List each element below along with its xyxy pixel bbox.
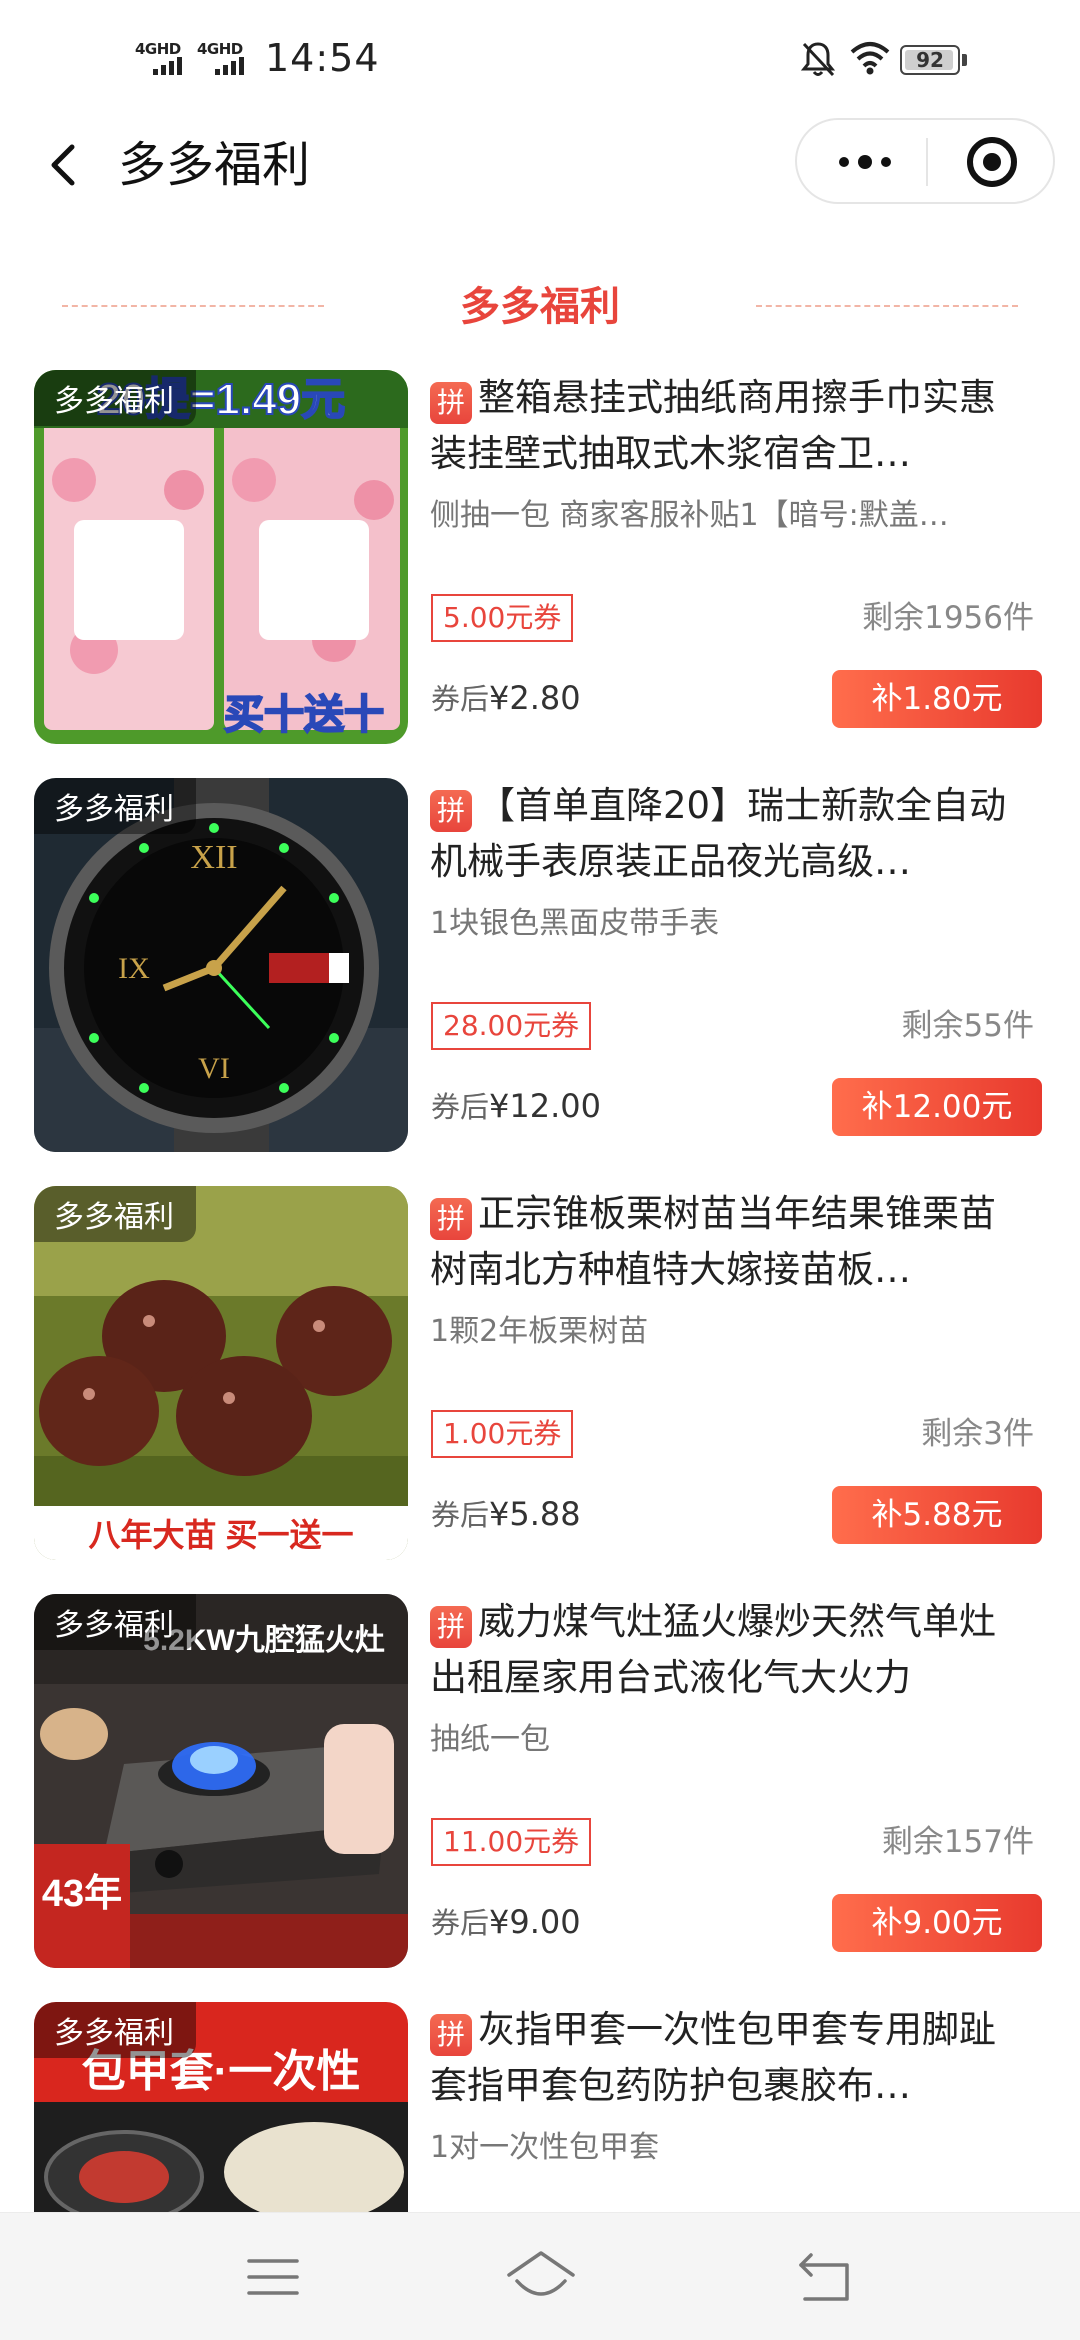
section-header: 多多福利: [0, 270, 1080, 340]
status-time: 14:54: [265, 36, 380, 80]
product-title[interactable]: 威力煤气灶猛火爆炒天然气单灶出租屋家用台式液化气大火力: [430, 1594, 1030, 1706]
mute-bell-icon: [800, 42, 836, 77]
product-card[interactable]: 5.2KW九腔猛火灶 43年 多多福利 拼 威力煤气灶猛火爆炒天然气单灶出租屋家…: [0, 1594, 1080, 2002]
network-signal-2: 4GHD: [197, 41, 249, 75]
product-image[interactable]: 包甲套·一次性 多多福利: [34, 2002, 408, 2212]
status-right: 92: [800, 40, 1080, 80]
network-signal-1: 4GHD: [135, 41, 187, 75]
image-watermark: 多多福利: [34, 370, 196, 426]
after-coupon-label: 券后: [431, 682, 490, 716]
image-promo-text: 买十送十: [224, 693, 384, 737]
product-subtitle: 侧抽一包 商家客服补贴1【暗号:默盖…: [430, 498, 949, 533]
product-title[interactable]: 正宗锥板栗树苗当年结果锥栗苗树南北方种植特大嫁接苗板…: [430, 1186, 1030, 1298]
price-value: ¥9.00: [489, 1903, 581, 1941]
image-watermark: 多多福利: [34, 1186, 196, 1242]
product-subtitle: 1对一次性包甲套: [430, 2130, 660, 2165]
remaining-stock: 剩余55件: [901, 1008, 1034, 1044]
home-icon[interactable]: [505, 2247, 577, 2307]
after-coupon-label: 券后: [431, 1090, 490, 1124]
section-title: 多多福利: [460, 284, 620, 330]
image-badge-text: 43年: [42, 1873, 122, 1915]
product-image[interactable]: XII IX VI 多多福利: [34, 778, 408, 1152]
product-title[interactable]: 整箱悬挂式抽纸商用擦手巾实惠装挂壁式抽取式木浆宿舍卫…: [430, 370, 1030, 482]
menu-icon[interactable]: [243, 2247, 303, 2307]
svg-text:IX: IX: [118, 952, 150, 985]
mini-program-capsule: [795, 118, 1055, 204]
remaining-stock: 剩余157件: [881, 1824, 1034, 1860]
price-value: ¥12.00: [489, 1087, 601, 1125]
product-title[interactable]: 【首单直降20】瑞士新款全自动机械手表原装正品夜光高级…: [430, 778, 1030, 890]
back-arrow-icon[interactable]: [36, 135, 96, 195]
after-coupon-price: 券后¥5.88: [431, 1492, 581, 1534]
page-title: 多多福利: [118, 137, 311, 193]
product-card[interactable]: 包甲套·一次性 多多福利 拼 灰指甲套一次性包甲套专用脚趾套指甲套包药防护包裹胶…: [0, 2002, 1080, 2212]
network-label: 4GHD: [197, 40, 243, 58]
coupon-tag: 11.00元券: [431, 1818, 592, 1866]
nav-bar: 多多福利: [0, 110, 1080, 220]
wifi-icon: [850, 42, 890, 75]
svg-text:VI: VI: [198, 1052, 230, 1085]
product-image[interactable]: 八年大苗 买一送一 多多福利: [34, 1186, 408, 1560]
product-card[interactable]: XII IX VI 多多福利 拼 【首单直降20】瑞士新款全自动机械手表原装正品…: [0, 778, 1080, 1186]
subsidy-button[interactable]: 补1.80元: [832, 670, 1042, 728]
battery-icon: 92: [900, 45, 960, 75]
subsidy-button[interactable]: 补12.00元: [832, 1078, 1042, 1136]
after-coupon-price: 券后¥2.80: [431, 676, 581, 718]
image-watermark: 多多福利: [34, 2002, 196, 2058]
subsidy-button[interactable]: 补5.88元: [832, 1486, 1042, 1544]
product-card[interactable]: 八年大苗 买一送一 多多福利 拼 正宗锥板栗树苗当年结果锥栗苗树南北方种植特大嫁…: [0, 1186, 1080, 1594]
product-title[interactable]: 灰指甲套一次性包甲套专用脚趾套指甲套包药防护包裹胶布…: [430, 2002, 1030, 2114]
system-nav-bar: [0, 2212, 1080, 2340]
product-image[interactable]: 5.2KW九腔猛火灶 43年 多多福利: [34, 1594, 408, 1968]
subsidy-button[interactable]: 补9.00元: [832, 1894, 1042, 1952]
after-coupon-label: 券后: [431, 1498, 490, 1532]
price-value: ¥5.88: [489, 1495, 581, 1533]
remaining-stock: 剩余1956件: [862, 600, 1034, 636]
remaining-stock: 剩余3件: [921, 1416, 1034, 1452]
after-coupon-price: 券后¥9.00: [431, 1900, 581, 1942]
after-coupon-price: 券后¥12.00: [431, 1084, 601, 1126]
close-mini-program-button[interactable]: [967, 137, 1017, 187]
product-subtitle: 1颗2年板栗树苗: [430, 1314, 649, 1349]
status-bar: 4GHD 4GHD 14:54 92: [0, 0, 1080, 110]
status-left: 4GHD 4GHD 14:54: [135, 36, 380, 80]
product-card[interactable]: 20提=1.49元 买十送十 多多福利 拼 整箱悬挂式抽纸商用擦手巾实惠装挂壁式…: [0, 370, 1080, 778]
image-promo-text: 八年大苗 买一送一: [89, 1517, 354, 1553]
svg-text:XII: XII: [190, 839, 237, 876]
coupon-tag: 28.00元券: [431, 1002, 592, 1050]
image-watermark: 多多福利: [34, 778, 196, 834]
product-image[interactable]: 20提=1.49元 买十送十 多多福利: [34, 370, 408, 744]
after-coupon-label: 券后: [431, 1906, 490, 1940]
network-label: 4GHD: [135, 40, 181, 58]
price-value: ¥2.80: [489, 679, 581, 717]
signal-bars-icon: [153, 57, 182, 75]
product-subtitle: 抽纸一包: [430, 1722, 550, 1757]
back-icon[interactable]: [795, 2247, 855, 2307]
more-menu-button[interactable]: [825, 140, 905, 184]
coupon-tag: 1.00元券: [431, 1410, 574, 1458]
product-subtitle: 1块银色黑面皮带手表: [430, 906, 720, 941]
battery-level: 92: [916, 48, 944, 72]
coupon-tag: 5.00元券: [431, 594, 574, 642]
signal-bars-icon: [215, 57, 244, 75]
image-watermark: 多多福利: [34, 1594, 196, 1650]
